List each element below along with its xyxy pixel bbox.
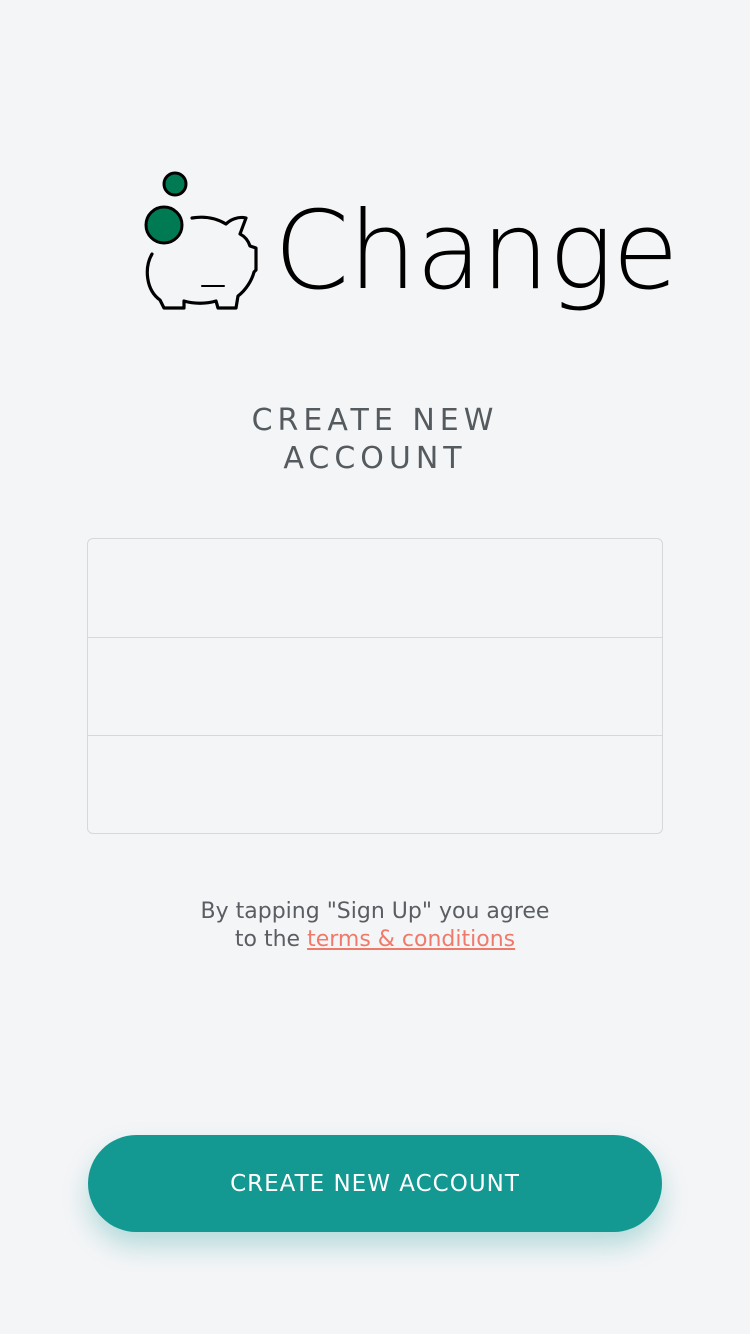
terms-prefix: to the: [234, 927, 308, 952]
app-logo: Change: [140, 168, 679, 328]
form-field-2[interactable]: [87, 637, 663, 736]
large-coin-icon: [144, 205, 184, 245]
small-coin-icon: [162, 171, 188, 197]
text-input-1[interactable]: [88, 539, 662, 637]
signup-form: [87, 538, 663, 834]
page-title: CREATE NEW ACCOUNT: [0, 402, 750, 478]
text-input-3[interactable]: [88, 736, 662, 833]
terms-notice: By tapping "Sign Up" you agree to the te…: [0, 898, 750, 954]
form-field-3[interactable]: [87, 735, 663, 834]
page-title-line-1: CREATE NEW: [251, 403, 499, 438]
page-title-line-2: ACCOUNT: [283, 441, 467, 476]
text-input-2[interactable]: [88, 638, 662, 735]
app-wordmark: Change: [274, 189, 679, 314]
create-account-button-label: CREATE NEW ACCOUNT: [230, 1170, 520, 1197]
create-account-button[interactable]: CREATE NEW ACCOUNT: [88, 1135, 662, 1232]
form-field-1[interactable]: [87, 538, 663, 638]
terms-line-1: By tapping "Sign Up" you agree: [200, 899, 550, 924]
piggy-bank-icon: [144, 171, 258, 310]
terms-conditions-link[interactable]: terms & conditions: [307, 927, 515, 952]
terms-line-2: to the terms & conditions: [0, 926, 750, 954]
